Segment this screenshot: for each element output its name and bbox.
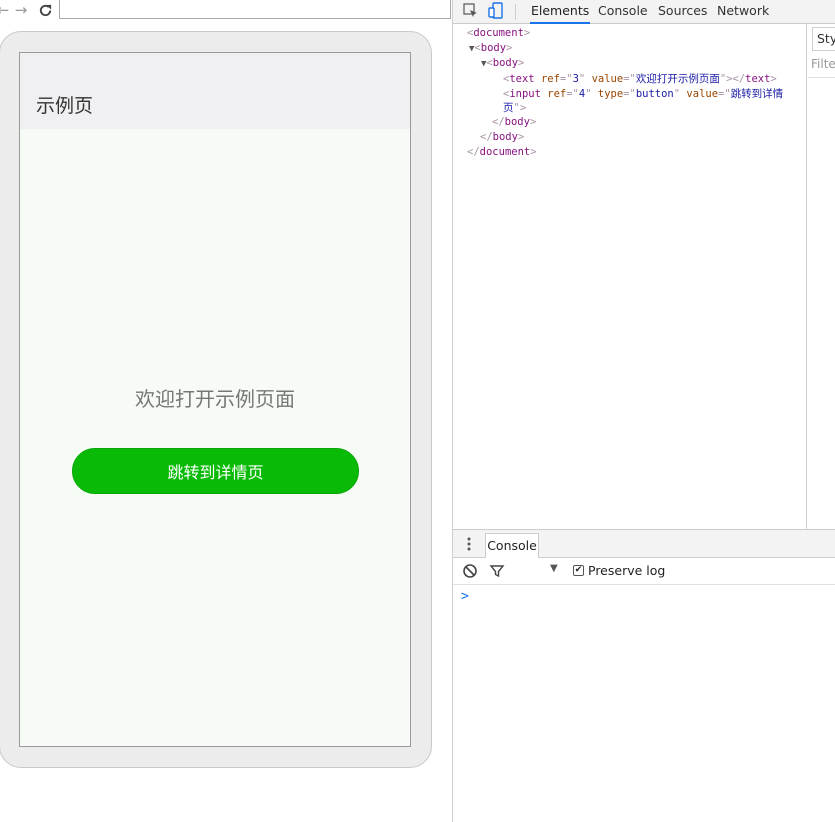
console-drawer: Console ▼ ✔ Preserve log > <box>453 529 835 822</box>
divider <box>808 77 835 78</box>
reload-icon[interactable] <box>37 0 53 20</box>
arrow-left-icon[interactable]: ← <box>0 0 11 20</box>
go-to-detail-button[interactable]: 跳转到详情页 <box>72 448 359 494</box>
welcome-text: 欢迎打开示例页面 <box>135 387 295 411</box>
tree-node-document-close[interactable]: </document> <box>467 145 537 159</box>
address-bar[interactable] <box>59 0 451 19</box>
tree-node-input-continued: 页"> <box>503 102 527 114</box>
more-options-icon[interactable] <box>465 536 473 552</box>
filter-icon[interactable] <box>489 563 505 579</box>
tree-node-document[interactable]: <document> <box>467 26 530 40</box>
devtools-toolbar: Elements Console Sources Network <box>453 0 835 24</box>
chevron-down-icon[interactable]: ▼ <box>550 563 558 574</box>
browser-nav-bar: ← → <box>0 0 452 22</box>
page-title: 示例页 <box>36 95 94 117</box>
console-toolbar: ▼ ✔ Preserve log <box>453 558 835 585</box>
elements-tree: <document> ▼<body> ▼<body> <text ref="3"… <box>453 24 807 553</box>
device-toolbar-icon[interactable] <box>487 2 505 20</box>
console-prompt[interactable]: > <box>461 589 469 604</box>
tree-node-body-inner[interactable]: ▼<body> <box>481 56 524 71</box>
styles-filter-input[interactable]: Filte <box>811 57 835 71</box>
device-screen: 示例页 欢迎打开示例页面 跳转到详情页 <box>19 52 411 747</box>
clear-console-icon[interactable] <box>462 563 478 579</box>
tree-node-body-outer-close[interactable]: </body> <box>480 130 524 144</box>
tab-network[interactable]: Network <box>716 0 770 24</box>
tab-console[interactable]: Console <box>597 0 649 24</box>
arrow-right-icon[interactable]: → <box>13 0 29 20</box>
tree-node-text[interactable]: <text ref="3" value="欢迎打开示例页面"></text> <box>503 72 777 86</box>
app-header: 示例页 <box>20 53 410 129</box>
inspect-element-icon[interactable] <box>462 2 480 20</box>
preserve-log-checkbox[interactable]: ✔ <box>573 565 584 576</box>
tree-node-body-outer[interactable]: ▼<body> <box>469 41 512 56</box>
tree-node-body-inner-close[interactable]: </body> <box>492 115 536 129</box>
tab-elements[interactable]: Elements <box>530 0 591 24</box>
drawer-tab-console[interactable]: Console <box>485 533 539 558</box>
drawer-tab-bar: Console <box>453 530 835 558</box>
devtools-panel: Elements Console Sources Network <docume… <box>452 0 835 822</box>
styles-pane: Sty Filte <box>808 24 835 529</box>
preserve-log-label: Preserve log <box>588 563 666 578</box>
tree-node-input[interactable]: <input ref="4" type="button" value="跳转到详… <box>503 87 783 101</box>
toolbar-divider <box>515 4 516 20</box>
tab-styles[interactable]: Sty <box>812 27 835 51</box>
tab-sources[interactable]: Sources <box>657 0 708 24</box>
